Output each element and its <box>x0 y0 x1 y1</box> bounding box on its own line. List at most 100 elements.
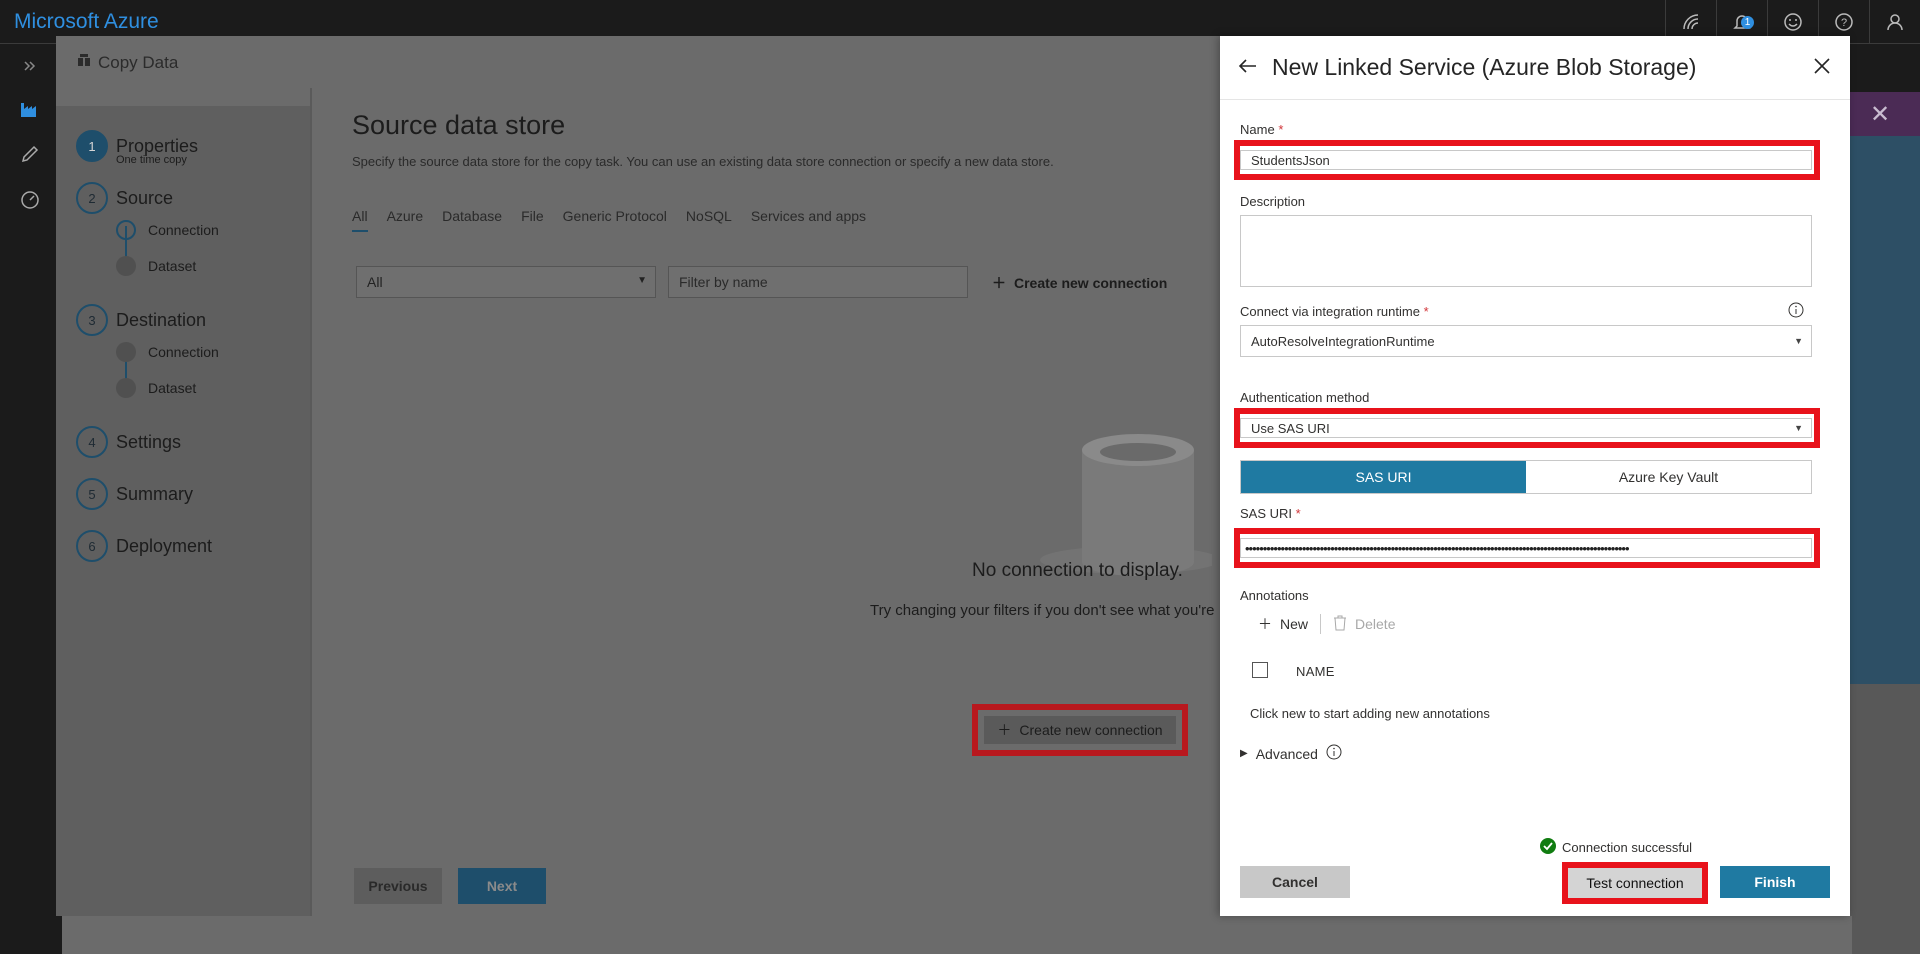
substep-source-dataset[interactable]: Dataset <box>116 256 196 276</box>
success-check-icon <box>1540 838 1556 857</box>
substep-destination-connection[interactable]: Connection <box>116 342 219 362</box>
azure-key-vault-option[interactable]: Azure Key Vault <box>1526 461 1811 493</box>
substep-dot <box>116 342 136 362</box>
page-title: Source data store <box>352 110 566 140</box>
svg-text:?: ? <box>1841 17 1847 29</box>
finish-button[interactable]: Finish <box>1720 866 1830 898</box>
name-label-text: Name <box>1240 122 1275 137</box>
next-button[interactable]: Next <box>458 868 546 904</box>
new-label: New <box>1280 616 1309 632</box>
step-number: 2 <box>76 182 108 214</box>
create-new-connection-button[interactable]: ＋ Create new connection <box>984 716 1176 744</box>
plus-icon: ＋ <box>997 722 1012 738</box>
background-close-icon[interactable]: ✕ <box>1870 100 1890 129</box>
name-input[interactable]: StudentsJson <box>1240 150 1812 170</box>
dialog-title: New Linked Service (Azure Blob Storage) <box>1272 54 1697 80</box>
substep-label: Connection <box>148 344 219 360</box>
delete-annotation-button[interactable]: Delete <box>1333 615 1395 634</box>
monitor-gauge-icon[interactable] <box>18 188 42 212</box>
step-deployment[interactable]: 6 Deployment <box>76 530 212 562</box>
step-source[interactable]: 2 Source <box>76 182 173 214</box>
cancel-button[interactable]: Cancel <box>1240 866 1350 898</box>
tab-services-and-apps[interactable]: Services and apps <box>751 208 866 232</box>
substep-destination-dataset[interactable]: Dataset <box>116 378 196 398</box>
name-label: Name * <box>1240 122 1283 137</box>
author-pencil-icon[interactable] <box>18 142 42 166</box>
copy-data-title: Copy Data <box>76 52 178 73</box>
create-new-connection-link[interactable]: ＋ Create new connection <box>992 273 1167 293</box>
substep-dot <box>116 220 136 240</box>
brand-title[interactable]: Microsoft Azure <box>14 10 159 34</box>
advanced-toggle[interactable]: ▶ Advanced <box>1240 744 1342 763</box>
tab-generic-protocol[interactable]: Generic Protocol <box>563 208 667 232</box>
runtime-label-text: Connect via integration runtime <box>1240 304 1420 319</box>
required-mark: * <box>1278 122 1284 137</box>
back-arrow-icon[interactable] <box>1236 54 1260 78</box>
close-icon[interactable] <box>1812 56 1832 76</box>
step-label: Deployment <box>116 536 213 556</box>
auth-method-label: Authentication method <box>1240 390 1370 405</box>
description-label: Description <box>1240 194 1306 209</box>
info-icon[interactable] <box>1788 302 1804 318</box>
chevron-down-icon: ▼ <box>637 275 647 286</box>
toolbar-divider <box>1320 614 1322 634</box>
caret-right-icon: ▶ <box>1240 748 1248 759</box>
create-new-connection-label: Create new connection <box>1019 722 1163 738</box>
tab-nosql[interactable]: NoSQL <box>686 208 732 232</box>
select-all-checkbox[interactable] <box>1252 662 1268 678</box>
sas-uri-masked-value: ••••••••••••••••••••••••••••••••••••••••… <box>1245 540 1629 556</box>
expand-chevrons-icon[interactable] <box>18 54 42 78</box>
annotations-label: Annotations <box>1240 588 1309 603</box>
step-number: 1 <box>76 130 108 162</box>
sas-uri-input[interactable]: ••••••••••••••••••••••••••••••••••••••••… <box>1240 538 1812 558</box>
step-properties[interactable]: 1 Properties One time copy <box>76 130 198 166</box>
highlight-box: ＋ Create new connection <box>972 704 1188 756</box>
step-settings[interactable]: 4 Settings <box>76 426 181 458</box>
info-icon[interactable] <box>1326 744 1342 763</box>
sas-source-toggle: SAS URI Azure Key Vault <box>1240 460 1812 494</box>
sas-uri-label: SAS URI * <box>1240 506 1301 521</box>
sas-uri-option[interactable]: SAS URI <box>1241 461 1526 493</box>
trash-icon <box>1333 615 1347 634</box>
create-new-connection-label: Create new connection <box>1014 275 1168 291</box>
step-label: Destination <box>116 310 207 330</box>
store-type-tabs: All Azure Database File Generic Protocol… <box>352 208 866 232</box>
name-value: StudentsJson <box>1251 152 1330 168</box>
step-destination[interactable]: 3 Destination <box>76 304 206 336</box>
left-rail <box>0 44 56 954</box>
advanced-label: Advanced <box>1255 745 1318 762</box>
new-linked-service-dialog: New Linked Service (Azure Blob Storage) … <box>1220 36 1850 916</box>
user-account-icon[interactable] <box>1869 0 1920 44</box>
test-connection-button[interactable]: Test connection <box>1568 868 1702 898</box>
runtime-value: AutoResolveIntegrationRuntime <box>1251 333 1435 349</box>
required-mark: * <box>1423 304 1429 319</box>
plus-icon: ＋ <box>992 275 1006 291</box>
connection-type-select[interactable]: All ▼ <box>356 266 656 298</box>
delete-label: Delete <box>1355 616 1396 632</box>
filter-by-name-input[interactable]: Filter by name <box>668 266 968 298</box>
step-summary[interactable]: 5 Summary <box>76 478 193 510</box>
substep-source-connection[interactable]: Connection <box>116 220 219 240</box>
chevron-down-icon: ▼ <box>1794 423 1803 433</box>
background-illustration <box>1848 136 1920 684</box>
step-subtitle: One time copy <box>116 154 187 166</box>
substep-label: Connection <box>148 222 219 238</box>
annotations-empty-hint: Click new to start adding new annotation… <box>1250 706 1490 721</box>
previous-button[interactable]: Previous <box>354 868 442 904</box>
annotations-toolbar: ＋ New Delete <box>1258 614 1395 634</box>
new-annotation-button[interactable]: ＋ New <box>1258 614 1308 634</box>
tab-database[interactable]: Database <box>442 208 502 232</box>
copy-data-label: Copy Data <box>98 52 179 72</box>
description-textarea[interactable] <box>1240 215 1812 287</box>
authentication-method-select[interactable]: Use SAS URI ▼ <box>1240 418 1812 438</box>
required-mark: * <box>1295 506 1301 521</box>
tab-file[interactable]: File <box>521 208 544 232</box>
sas-uri-label-text: SAS URI <box>1240 506 1293 521</box>
integration-runtime-select[interactable]: AutoResolveIntegrationRuntime ▼ <box>1240 325 1812 357</box>
data-factory-icon[interactable] <box>18 96 42 120</box>
tab-all[interactable]: All <box>352 208 368 232</box>
tab-azure[interactable]: Azure <box>387 208 424 232</box>
dialog-header: New Linked Service (Azure Blob Storage) <box>1220 36 1850 100</box>
chevron-down-icon: ▼ <box>1794 336 1803 346</box>
step-number: 5 <box>76 478 108 510</box>
